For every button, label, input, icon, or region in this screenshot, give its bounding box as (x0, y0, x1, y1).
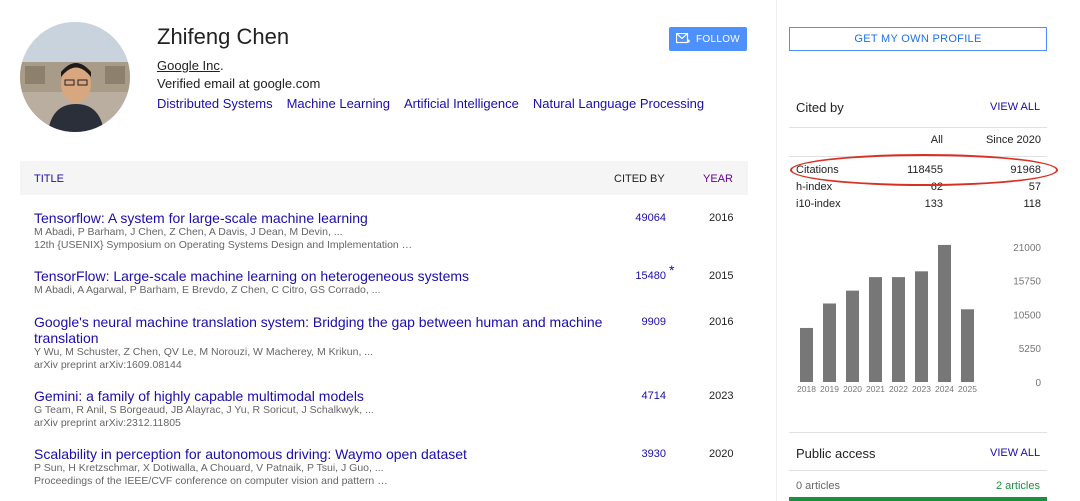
highlight-oval (790, 154, 1058, 186)
public-access-bar (789, 497, 1047, 501)
publication-row: Google's neural machine translation syst… (34, 314, 748, 371)
divider (789, 432, 1047, 433)
publication-row: Gemini: a family of highly capable multi… (34, 388, 748, 429)
interest-link[interactable]: Natural Language Processing (533, 96, 704, 111)
publication-year: 2015 (709, 270, 734, 282)
publication-row: Tensorflow: A system for large-scale mac… (34, 210, 748, 251)
bar-2018[interactable] (800, 327, 813, 382)
y-tick-label: 5250 (1019, 344, 1042, 355)
citation-count[interactable]: 9909 (634, 316, 666, 328)
bar-2024[interactable] (938, 244, 951, 382)
sort-by-citations[interactable]: CITED BY (614, 173, 665, 185)
verified-email: Verified email at google.com (157, 76, 321, 91)
publication-venue: Proceedings of the IEEE/CVF conference o… (34, 474, 388, 487)
follow-label: FOLLOW (695, 33, 741, 45)
publication-title[interactable]: Tensorflow: A system for large-scale mac… (34, 210, 604, 226)
mail-icon (675, 33, 690, 44)
cited-by-view-all[interactable]: VIEW ALL (990, 101, 1040, 113)
publication-authors: P Sun, H Kretzschmar, X Dotiwalla, A Cho… (34, 462, 384, 474)
interest-link[interactable]: Machine Learning (287, 96, 390, 111)
publication-row: Scalability in perception for autonomous… (34, 446, 748, 487)
y-tick-label: 10500 (1013, 310, 1041, 321)
publication-row: TensorFlow: Large-scale machine learning… (34, 262, 748, 297)
publication-title[interactable]: Gemini: a family of highly capable multi… (34, 388, 604, 404)
x-tick-label: 2024 (935, 384, 954, 394)
y-tick-label: 15750 (1013, 277, 1041, 288)
divider (789, 470, 1047, 471)
interest-link[interactable]: Distributed Systems (157, 96, 273, 111)
stat-since: 118 (1023, 198, 1041, 210)
public-access-title: Public access (796, 446, 876, 461)
citations-per-year-chart: 2018 2019 2020 2021 2022 2023 2024 2025 0 5250 105… (797, 243, 1042, 394)
sort-by-title[interactable]: TITLE (34, 173, 64, 185)
publication-venue: arXiv preprint arXiv:2312.11805 (34, 416, 181, 429)
research-interests: Distributed Systems Machine Learning Art… (157, 96, 704, 111)
x-tick-label: 2021 (866, 384, 885, 394)
publication-year: 2020 (709, 448, 734, 460)
publication-year: 2016 (709, 316, 734, 328)
bar-2021[interactable] (869, 277, 882, 382)
citation-count[interactable]: 4714 (634, 390, 666, 402)
profile-photo (20, 22, 130, 132)
publication-title[interactable]: Scalability in perception for autonomous… (34, 446, 604, 462)
interest-link[interactable]: Artificial Intelligence (404, 96, 519, 111)
bar-2025[interactable] (961, 309, 974, 382)
x-tick-label: 2018 (797, 384, 816, 394)
citation-count[interactable]: 15480 (634, 270, 666, 282)
citation-count[interactable]: 49064 (634, 212, 666, 224)
x-tick-label: 2025 (958, 384, 977, 394)
stat-label: i10-index (796, 198, 841, 210)
bar-2022[interactable] (892, 277, 905, 382)
publication-authors: M Abadi, P Barham, J Chen, Z Chen, A Dav… (34, 226, 343, 238)
cited-by-title: Cited by (796, 100, 844, 115)
stat-since: 57 (1028, 181, 1041, 193)
publication-title[interactable]: Google's neural machine translation syst… (34, 314, 604, 346)
publication-year: 2016 (709, 212, 734, 224)
sort-by-year[interactable]: YEAR (703, 173, 733, 185)
publication-venue: arXiv preprint arXiv:1609.08144 (34, 358, 182, 371)
publication-authors: M Abadi, A Agarwal, P Barham, E Brevdo, … (34, 284, 381, 296)
divider (789, 127, 1047, 128)
public-access-not-available[interactable]: 0 articles (796, 480, 840, 492)
publication-authors: Y Wu, M Schuster, Z Chen, QV Le, M Norou… (34, 346, 374, 358)
affiliation-dot: . (220, 58, 224, 73)
get-my-own-profile-button[interactable]: GET MY OWN PROFILE (789, 27, 1047, 51)
merged-citations-star[interactable]: * (669, 262, 674, 278)
public-access-view-all[interactable]: VIEW ALL (990, 447, 1040, 459)
profile-name: Zhifeng Chen (157, 24, 290, 49)
avatar (20, 22, 130, 132)
x-tick-label: 2020 (843, 384, 862, 394)
citation-count[interactable]: 3930 (634, 448, 666, 460)
publication-authors: G Team, R Anil, S Borgeaud, JB Alayrac, … (34, 404, 374, 416)
y-tick-label: 0 (1035, 378, 1041, 389)
y-tick-label: 21000 (1013, 243, 1041, 254)
publication-year: 2023 (709, 390, 734, 402)
bar-2020[interactable] (846, 290, 859, 382)
affiliation-link[interactable]: Google Inc (157, 58, 220, 73)
x-tick-label: 2023 (912, 384, 931, 394)
column-divider (776, 0, 777, 501)
col-all: All (930, 134, 943, 146)
bar-2019[interactable] (823, 303, 836, 382)
x-tick-label: 2019 (820, 384, 839, 394)
follow-button[interactable]: FOLLOW (669, 27, 747, 51)
col-since: Since 2020 (985, 134, 1041, 146)
stat-all: 133 (924, 198, 943, 210)
bar-2023[interactable] (915, 271, 928, 382)
publication-venue: 12th {USENIX} Symposium on Operating Sys… (34, 238, 413, 251)
public-access-available[interactable]: 2 articles (996, 480, 1040, 492)
stat-label: h-index (796, 181, 833, 193)
x-tick-label: 2022 (889, 384, 908, 394)
publication-title[interactable]: TensorFlow: Large-scale machine learning… (34, 268, 604, 284)
publications-header: TITLE CITED BY YEAR (20, 161, 748, 195)
